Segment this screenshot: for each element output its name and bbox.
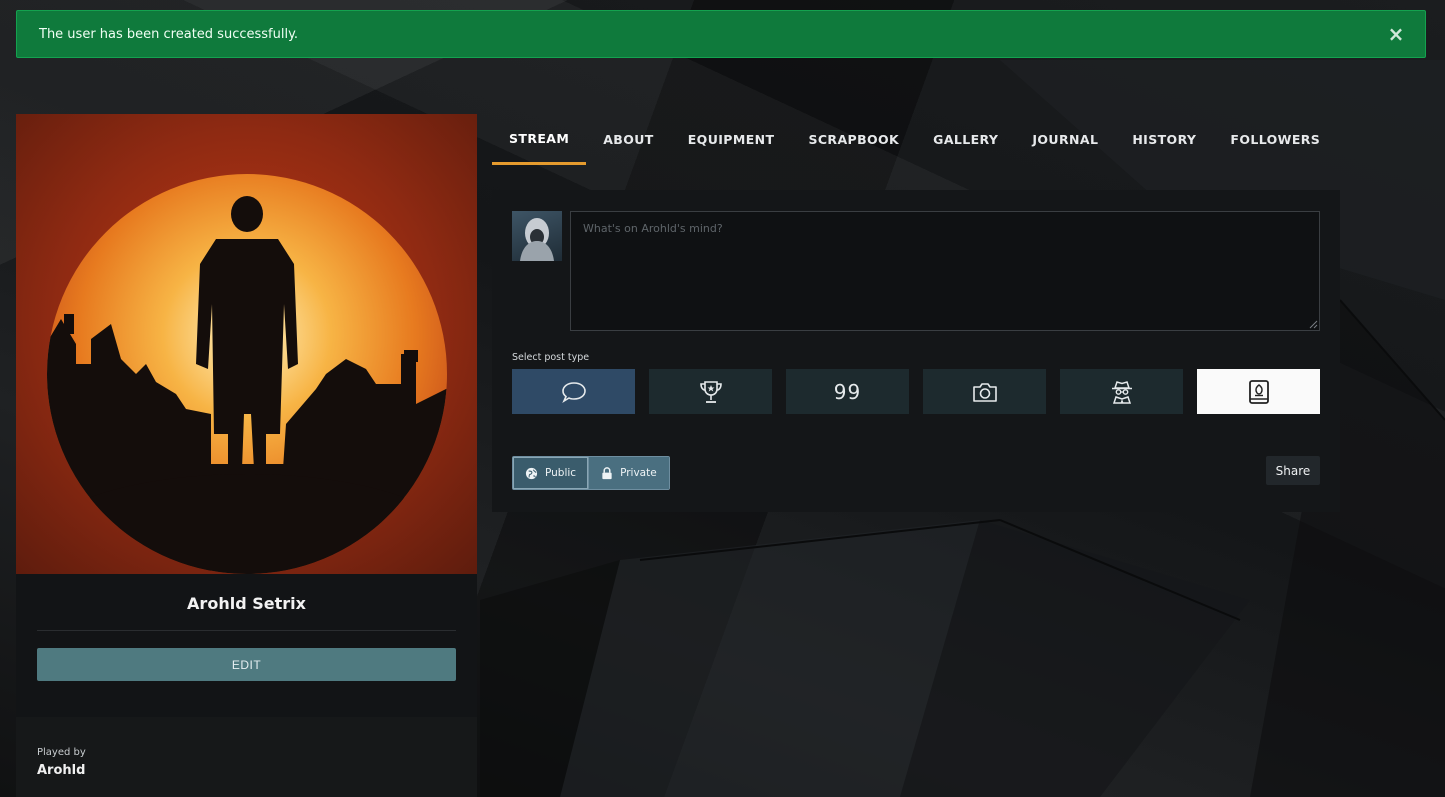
post-type-photo-button[interactable] bbox=[923, 369, 1046, 414]
spy-icon bbox=[1111, 380, 1132, 404]
post-type-journal-button[interactable] bbox=[1197, 369, 1320, 414]
played-by-section: Played by Arohld bbox=[16, 717, 477, 797]
character-portrait bbox=[16, 114, 477, 574]
post-type-selector: 99 bbox=[512, 369, 1320, 414]
tab-about[interactable]: ABOUT bbox=[586, 114, 671, 165]
profile-tabs: STREAM ABOUT EQUIPMENT SCRAPBOOK GALLERY… bbox=[492, 114, 1337, 166]
post-type-secret-button[interactable] bbox=[1060, 369, 1183, 414]
success-alert: The user has been created successfully. … bbox=[16, 10, 1426, 58]
tab-equipment[interactable]: EQUIPMENT bbox=[671, 114, 792, 165]
character-name: Arohld Setrix bbox=[187, 594, 306, 613]
resize-handle-icon[interactable] bbox=[1308, 319, 1318, 329]
profile-card: Arohld Setrix EDIT Played by Arohld bbox=[16, 114, 477, 797]
post-composer: Select post type 99 bbox=[492, 190, 1340, 512]
played-by-label: Played by bbox=[37, 747, 86, 758]
public-label: Public bbox=[545, 467, 577, 479]
public-button[interactable]: Public bbox=[513, 457, 590, 489]
private-button[interactable]: Private bbox=[589, 457, 669, 489]
tab-scrapbook[interactable]: SCRAPBOOK bbox=[791, 114, 916, 165]
avatar bbox=[512, 211, 562, 261]
tab-stream[interactable]: STREAM bbox=[492, 114, 587, 165]
journal-book-icon bbox=[1248, 379, 1269, 404]
camera-icon bbox=[972, 382, 997, 402]
played-by-name[interactable]: Arohld bbox=[37, 763, 85, 778]
privacy-toggle: Public Private bbox=[512, 456, 670, 490]
alert-message: The user has been created successfully. bbox=[39, 26, 299, 42]
speech-bubble-icon bbox=[561, 381, 586, 403]
lock-icon bbox=[602, 466, 612, 479]
close-icon[interactable]: × bbox=[1387, 24, 1405, 44]
post-type-quote-button[interactable]: 99 bbox=[786, 369, 909, 414]
tab-followers[interactable]: FOLLOWERS bbox=[1213, 114, 1337, 165]
private-label: Private bbox=[620, 467, 657, 479]
select-post-type-label: Select post type bbox=[512, 352, 590, 363]
edit-button[interactable]: EDIT bbox=[37, 648, 456, 681]
post-type-status-button[interactable] bbox=[512, 369, 635, 414]
tab-history[interactable]: HISTORY bbox=[1115, 114, 1213, 165]
trophy-icon bbox=[699, 380, 722, 403]
tab-journal[interactable]: JOURNAL bbox=[1015, 114, 1115, 165]
divider bbox=[37, 630, 456, 631]
quote-icon: 99 bbox=[833, 379, 862, 404]
tab-gallery[interactable]: GALLERY bbox=[916, 114, 1015, 165]
globe-icon bbox=[525, 467, 538, 479]
share-button[interactable]: Share bbox=[1266, 456, 1320, 485]
post-type-achievement-button[interactable] bbox=[649, 369, 772, 414]
post-input[interactable] bbox=[570, 211, 1320, 331]
